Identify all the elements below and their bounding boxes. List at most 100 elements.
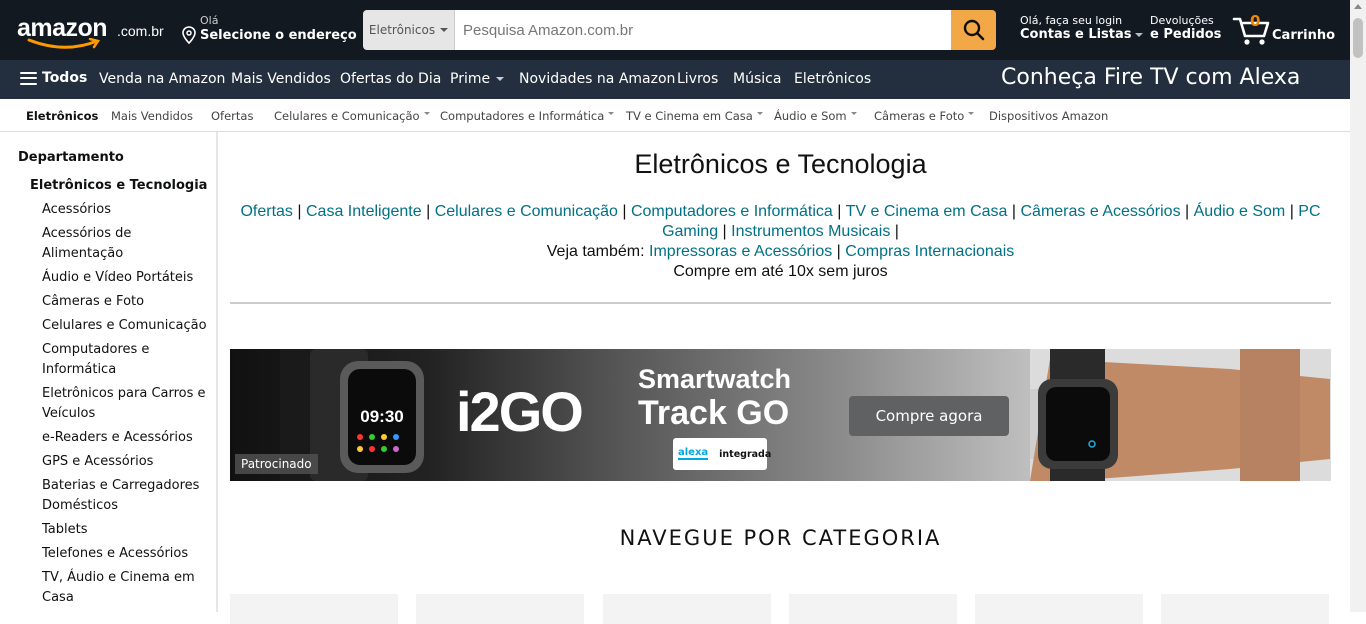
- sponsored-label: Patrocinado: [235, 454, 318, 474]
- sidebar-item[interactable]: e-Readers e Acessórios: [42, 428, 210, 448]
- caret-down-icon: [850, 112, 857, 115]
- sidebar-item[interactable]: Eletrônicos para Carros e Veículos: [42, 384, 210, 424]
- all-menu-button[interactable]: Todos: [20, 70, 87, 86]
- page-title: Eletrônicos e Tecnologia: [634, 149, 927, 179]
- sidebar-item[interactable]: Telefones e Acessórios: [42, 544, 210, 564]
- sidebar-item[interactable]: Acessórios de Alimentação: [42, 224, 210, 264]
- deliver-greeting: Olá: [200, 14, 219, 27]
- subnav-item-cameras[interactable]: Câmeras e Foto: [874, 109, 975, 123]
- scrollbar-thumb[interactable]: [1353, 18, 1363, 58]
- subnav-item-ofertas[interactable]: Ofertas: [211, 109, 253, 123]
- link-ofertas[interactable]: Ofertas: [240, 203, 292, 220]
- subnav-item-eletronicos[interactable]: Eletrônicos: [26, 109, 98, 123]
- caret-down-icon: [1134, 32, 1143, 37]
- subnav-item-tv-cinema[interactable]: TV e Cinema em Casa: [626, 109, 763, 123]
- caret-down-icon: [968, 112, 975, 115]
- alexa-label: alexa: [678, 447, 709, 460]
- subnav-item-tv-cinema-label: TV e Cinema em Casa: [626, 109, 753, 123]
- link-compras-internacionais[interactable]: Compras Internacionais: [845, 243, 1014, 260]
- sidebar-item[interactable]: Tablets: [42, 520, 210, 540]
- sidebar-item[interactable]: Celulares e Comunicação: [42, 316, 210, 336]
- subnav-item-computadores-label: Computadores e Informática: [440, 109, 605, 123]
- subnav-item-dispositivos[interactable]: Dispositivos Amazon: [989, 109, 1108, 123]
- nav-item-prime[interactable]: Prime: [450, 71, 505, 87]
- logo-tld: .com.br: [117, 23, 164, 39]
- category-tile[interactable]: [603, 594, 771, 624]
- caret-down-icon: [423, 112, 430, 115]
- category-tile[interactable]: [1161, 594, 1329, 624]
- search-bar: Eletrônicos: [363, 10, 996, 50]
- banner-brand-logo: i2GO: [456, 380, 584, 443]
- caret-down-icon: [608, 112, 615, 115]
- link-casa-inteligente[interactable]: Casa Inteligente: [306, 203, 422, 220]
- browse-by-category-heading: NAVEGUE POR CATEGORIA: [619, 526, 942, 550]
- link-computadores[interactable]: Computadores e Informática: [631, 203, 833, 220]
- sidebar-item[interactable]: Áudio e Vídeo Portáteis: [42, 268, 210, 288]
- sidebar-heading: Departamento: [18, 150, 124, 165]
- sidebar-item[interactable]: Acessórios: [42, 200, 210, 220]
- search-input[interactable]: [455, 10, 951, 50]
- nav-item-mais-vendidos[interactable]: Mais Vendidos: [231, 71, 331, 87]
- caret-down-icon: [756, 112, 763, 115]
- caret-down-icon: [496, 77, 505, 81]
- all-menu-label: Todos: [42, 70, 88, 86]
- sub-nav: Eletrônicos Mais Vendidos Ofertas Celula…: [0, 99, 1350, 132]
- main-nav: Todos Venda na Amazon Mais Vendidos Ofer…: [0, 60, 1350, 99]
- sidebar-list: Acessórios Acessórios de Alimentação Áud…: [42, 200, 210, 612]
- scroll-up-arrow-icon[interactable]: [1354, 4, 1362, 9]
- top-nav: amazon .com.br Olá Selecione o endereço …: [0, 0, 1350, 60]
- nav-item-eletronicos[interactable]: Eletrônicos: [794, 71, 871, 87]
- alexa-badge-label: integrada: [719, 448, 772, 460]
- nav-item-novidades[interactable]: Novidades na Amazon: [519, 71, 675, 87]
- cart-label: Carrinho: [1272, 28, 1336, 43]
- sidebar-item[interactable]: Computadores e Informática: [42, 340, 210, 380]
- hamburger-icon: [20, 71, 37, 85]
- amazon-logo[interactable]: amazon .com.br: [17, 10, 165, 50]
- search-category-label: Eletrônicos: [368, 23, 436, 37]
- subnav-item-audio-som[interactable]: Áudio e Som: [774, 109, 857, 123]
- banner-headline-1: Smartwatch: [638, 364, 792, 394]
- subnav-item-computadores[interactable]: Computadores e Informática: [440, 109, 615, 123]
- wrist-watch-image: [1030, 349, 1331, 481]
- buy-now-button[interactable]: Compre agora: [849, 396, 1009, 436]
- link-impressoras[interactable]: Impressoras e Acessórios: [649, 243, 832, 260]
- subnav-item-mais-vendidos[interactable]: Mais Vendidos: [111, 109, 193, 123]
- department-sidebar: Departamento Eletrônicos e Tecnologia Ac…: [0, 132, 218, 612]
- account-and-lists[interactable]: Olá, faça seu login Contas e Listas: [1020, 14, 1143, 42]
- location-pin-icon: [182, 26, 196, 44]
- nav-item-musica[interactable]: Música: [733, 71, 781, 87]
- search-category-select[interactable]: Eletrônicos: [363, 10, 455, 50]
- sponsored-banner[interactable]: 09:30 i2GO Smartwatch Track GO alexa int…: [230, 349, 1331, 481]
- see-also-label: Veja também:: [546, 243, 645, 260]
- sidebar-item[interactable]: Câmeras e Foto: [42, 292, 210, 312]
- link-celulares[interactable]: Celulares e Comunicação: [435, 203, 618, 220]
- account-greeting: Olá, faça seu login: [1020, 14, 1123, 27]
- cart-button[interactable]: 0 Carrinho: [1232, 12, 1342, 48]
- link-instrumentos[interactable]: Instrumentos Musicais: [731, 223, 890, 240]
- category-tile[interactable]: [416, 594, 584, 624]
- subnav-item-celulares[interactable]: Celulares e Comunicação: [274, 109, 430, 123]
- banner-headline-2: Track GO: [638, 394, 790, 432]
- logo-smile-icon: [27, 38, 101, 49]
- sidebar-item[interactable]: GPS e Acessórios: [42, 452, 210, 472]
- fire-tv-promo-link[interactable]: Conheça Fire TV com Alexa: [1001, 65, 1300, 90]
- link-tv-cinema[interactable]: TV e Cinema em Casa: [846, 203, 1008, 220]
- sidebar-item[interactable]: Baterias e Carregadores Domésticos: [42, 476, 210, 516]
- sidebar-item[interactable]: TV, Áudio e Cinema em Casa: [42, 568, 210, 608]
- link-audio-som[interactable]: Áudio e Som: [1194, 203, 1286, 220]
- nav-item-ofertas-do-dia[interactable]: Ofertas do Dia: [340, 71, 441, 87]
- account-label: Contas e Listas: [1020, 27, 1132, 42]
- category-tile[interactable]: [230, 594, 398, 624]
- sidebar-current-department: Eletrônicos e Tecnologia: [30, 178, 208, 193]
- cart-count: 0: [1250, 12, 1261, 30]
- category-tile[interactable]: [789, 594, 957, 624]
- category-tile[interactable]: [975, 594, 1143, 624]
- nav-item-venda[interactable]: Venda na Amazon: [99, 71, 225, 87]
- returns-and-orders[interactable]: Devoluções e Pedidos: [1150, 14, 1221, 42]
- page-scrollbar[interactable]: [1350, 0, 1366, 612]
- nav-item-livros[interactable]: Livros: [677, 71, 718, 87]
- link-cameras[interactable]: Câmeras e Acessórios: [1021, 203, 1181, 220]
- search-button[interactable]: [951, 10, 996, 50]
- category-tiles: [230, 594, 1331, 624]
- caret-down-icon: [440, 28, 449, 32]
